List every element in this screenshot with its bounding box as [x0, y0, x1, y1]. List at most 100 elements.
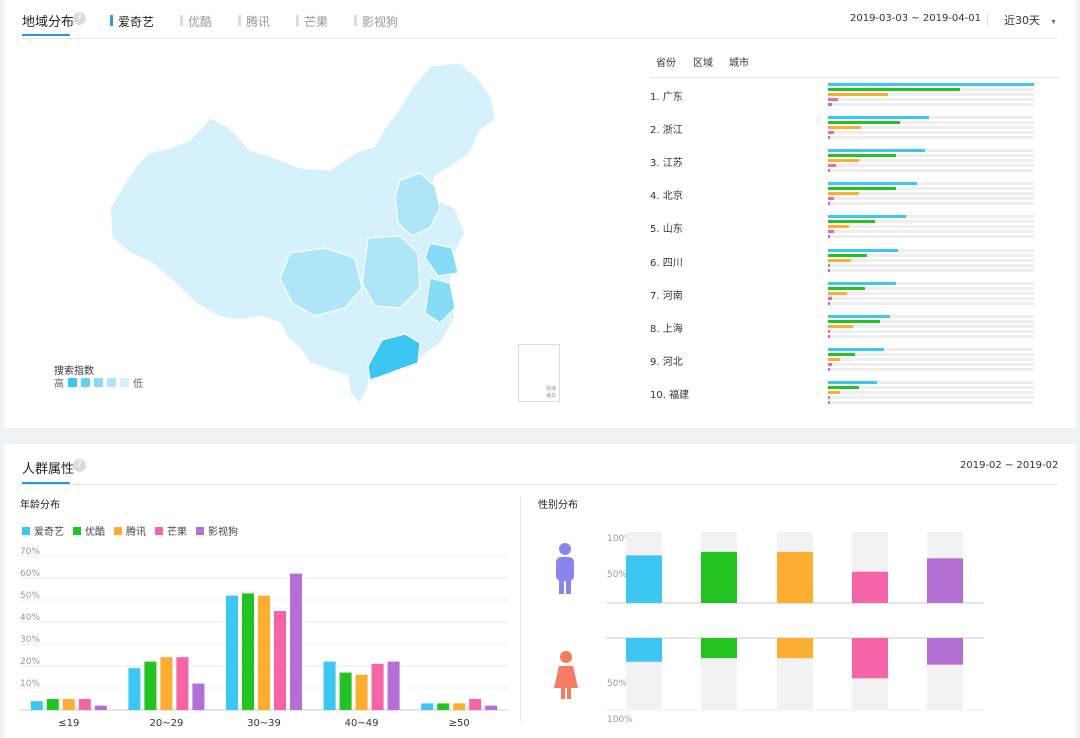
bar-fill [828, 362, 833, 366]
male-bar [927, 558, 963, 603]
region-panel: 地域分布 ? 爱奇艺 优酷 腾讯 芒果 影视狗 2019-03-03 ~ 201… [4, 0, 1076, 428]
legend-swatch [120, 378, 129, 387]
icon-head [560, 651, 572, 663]
tab-tencent[interactable]: 腾讯 [238, 13, 270, 30]
legend-label: 爱奇艺 [34, 527, 64, 538]
bar-fill [828, 281, 896, 285]
bar-fill [828, 400, 830, 404]
bar-track [828, 296, 1034, 300]
ranking-row: 2. 浙江 [650, 114, 1060, 142]
female-bar [852, 638, 888, 679]
bar-track [828, 380, 1034, 384]
chevron-down-icon: ▾ [1051, 17, 1056, 26]
female-person-icon [554, 651, 578, 699]
age-bar [62, 699, 75, 710]
icon-leg [566, 579, 571, 594]
x-tick-label: ≤19 [58, 718, 79, 729]
legend-swatch [73, 526, 81, 535]
bar-fill [828, 286, 866, 290]
legend-item[interactable]: 腾讯 [114, 523, 146, 538]
bar-track [828, 164, 1034, 168]
icon-dress [554, 666, 578, 688]
tab-mango[interactable]: 芒果 [296, 13, 328, 30]
tab-area[interactable]: 区域 [693, 54, 713, 69]
ranking-label: 2. 浙江 [650, 125, 683, 137]
bar-track [828, 352, 1034, 356]
bar-fill [828, 230, 835, 234]
bar-track [828, 83, 1034, 86]
ranking-row: 7. 河南 [650, 280, 1060, 308]
age-chart: 10% 20% 30% 40% 50% 60% 70% ≤19 20~29 30~39 40~49 ≥… [20, 547, 508, 729]
bar-track [828, 126, 1034, 130]
section-divider [520, 496, 521, 722]
tab-yingshigou[interactable]: 影视狗 [354, 13, 398, 30]
bar-fill [828, 202, 831, 206]
help-icon[interactable]: ? [73, 459, 86, 472]
header-divider [22, 484, 1058, 485]
legend-item[interactable]: 优酷 [73, 523, 105, 538]
ranking-label: 7. 河南 [650, 290, 683, 302]
legend-swatch [155, 526, 163, 535]
legend-item[interactable]: 爱奇艺 [22, 523, 64, 538]
bar-track [828, 182, 1034, 186]
legend-swatch [114, 526, 122, 535]
icon-leg [567, 687, 571, 699]
ranking-label: 8. 上海 [650, 323, 683, 335]
x-tick-label: 40~49 [345, 718, 379, 729]
bar-track [828, 400, 1034, 404]
bar-track [828, 103, 1034, 106]
period-dropdown[interactable]: 近30天 ▾ [1004, 12, 1056, 28]
age-bar [437, 703, 450, 710]
legend-item[interactable]: 影视狗 [196, 523, 238, 538]
y-tick-label: 70% [20, 547, 40, 557]
bar-fill [828, 197, 835, 201]
female-bar [701, 638, 737, 659]
bar-track [828, 98, 1034, 101]
age-bar [94, 705, 107, 710]
bar-track [828, 347, 1034, 351]
bar-track [828, 230, 1034, 234]
icon-leg [559, 579, 564, 594]
ranking-label: 9. 河北 [650, 356, 683, 368]
tab-province[interactable]: 省份 [656, 54, 676, 69]
bar-track [828, 334, 1034, 338]
bar-fill [828, 88, 960, 91]
legend-swatch [94, 378, 103, 387]
gender-distribution-title: 性别分布 [538, 500, 578, 511]
y-tick-label: 10% [20, 679, 40, 689]
ranking-row: 10. 福建 [650, 379, 1060, 407]
y-tick-label: 30% [20, 635, 40, 645]
tab-youku[interactable]: 优酷 [180, 13, 212, 30]
age-bar [144, 661, 157, 710]
bar-fill [828, 329, 831, 333]
bar-track [828, 88, 1034, 91]
age-bar [421, 703, 434, 710]
bar-fill [828, 291, 847, 295]
ranking-label: 1. 广东 [650, 92, 683, 103]
female-bar [626, 638, 662, 662]
tab-iqiyi[interactable]: 爱奇艺 [110, 13, 154, 30]
legend-item[interactable]: 芒果 [155, 523, 187, 538]
bar-fill [828, 187, 896, 191]
help-icon[interactable]: ? [73, 12, 86, 25]
ranking-label: 6. 四川 [650, 257, 683, 269]
map-region-central [361, 235, 421, 309]
age-distribution-title: 年龄分布 [20, 500, 60, 511]
bar-track [828, 159, 1034, 163]
bar-track [828, 116, 1034, 120]
icon-leg [561, 687, 565, 699]
bar-track [828, 367, 1034, 371]
bar-fill [828, 169, 831, 173]
bar-track [828, 291, 1034, 295]
tab-city[interactable]: 城市 [729, 54, 749, 69]
bar-fill [828, 367, 831, 371]
bar-fill [828, 131, 835, 135]
ranking-row: 6. 四川 [650, 247, 1060, 275]
bar-fill [828, 263, 831, 267]
china-map[interactable] [100, 58, 530, 408]
bar-track [828, 149, 1034, 153]
date-range: 2019-03-03 ~ 2019-04-01 [850, 13, 981, 24]
female-bar [927, 638, 963, 665]
age-bar [339, 672, 352, 710]
icon-body [556, 557, 574, 581]
